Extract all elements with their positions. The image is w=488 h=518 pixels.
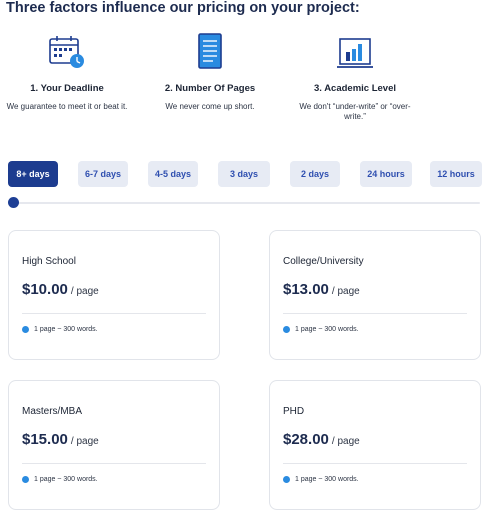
deadline-slider-handle[interactable]: [8, 197, 19, 208]
divider: [22, 463, 206, 464]
note-text: 1 page ~ 300 words.: [34, 326, 98, 333]
bullet-dot-icon: [22, 476, 29, 483]
academic-level: High School: [22, 256, 76, 267]
divider: [283, 313, 467, 314]
note-text: 1 page ~ 300 words.: [295, 326, 359, 333]
factor-name: 1. Your Deadline: [30, 83, 104, 94]
price-value: $10.00/ page: [22, 281, 99, 298]
price-unit: / page: [70, 286, 99, 297]
factor-pages: 2. Number Of Pages We never come up shor…: [145, 30, 275, 112]
deadline-option-12-hours[interactable]: 12 hours: [430, 161, 482, 187]
deadline-option-6-7-days[interactable]: 6-7 days: [78, 161, 128, 187]
price-unit: / page: [70, 436, 99, 447]
factor-deadline: 1. Your Deadline We guarantee to meet it…: [2, 30, 132, 112]
price-value: $13.00/ page: [283, 281, 360, 298]
document-icon: [145, 30, 275, 70]
deadline-slider-track[interactable]: [12, 202, 480, 204]
price-card-phd: PHD $28.00/ page 1 page ~ 300 words.: [269, 380, 481, 510]
word-count-note: 1 page ~ 300 words.: [283, 476, 359, 483]
factor-desc: We never come up short.: [165, 102, 255, 111]
price-amount: $13.00: [283, 281, 329, 298]
price-unit: / page: [331, 286, 360, 297]
page-title: Three factors influence our pricing on y…: [6, 0, 360, 16]
price-card-college-university: College/University $13.00/ page 1 page ~…: [269, 230, 481, 360]
price-unit: / page: [331, 436, 360, 447]
academic-level: Masters/MBA: [22, 406, 83, 417]
deadline-option-24-hours[interactable]: 24 hours: [360, 161, 412, 187]
academic-level: College/University: [283, 256, 364, 267]
deadline-option-3-days[interactable]: 3 days: [218, 161, 270, 187]
note-text: 1 page ~ 300 words.: [295, 476, 359, 483]
divider: [22, 313, 206, 314]
price-amount: $15.00: [22, 431, 68, 448]
bullet-dot-icon: [283, 476, 290, 483]
word-count-note: 1 page ~ 300 words.: [22, 326, 98, 333]
word-count-note: 1 page ~ 300 words.: [22, 476, 98, 483]
calendar-clock-icon: [2, 30, 132, 70]
bullet-dot-icon: [22, 326, 29, 333]
factor-name: 2. Number Of Pages: [164, 83, 256, 94]
deadline-option-2-days[interactable]: 2 days: [290, 161, 340, 187]
price-card-masters-mba: Masters/MBA $15.00/ page 1 page ~ 300 wo…: [8, 380, 220, 510]
word-count-note: 1 page ~ 300 words.: [283, 326, 359, 333]
deadline-option-4-5-days[interactable]: 4-5 days: [148, 161, 198, 187]
price-amount: $28.00: [283, 431, 329, 448]
deadline-option-8-plus-days[interactable]: 8+ days: [8, 161, 58, 187]
bullet-dot-icon: [283, 326, 290, 333]
academic-level: PHD: [283, 406, 305, 417]
factor-level: 3. Academic Level We don't “under-write”…: [290, 30, 420, 122]
divider: [283, 463, 467, 464]
price-value: $15.00/ page: [22, 431, 99, 448]
note-text: 1 page ~ 300 words.: [34, 476, 98, 483]
factor-desc: We guarantee to meet it or beat it.: [6, 102, 128, 111]
price-value: $28.00/ page: [283, 431, 360, 448]
price-amount: $10.00: [22, 281, 68, 298]
price-card-high-school: High School $10.00/ page 1 page ~ 300 wo…: [8, 230, 220, 360]
factor-name: 3. Academic Level: [313, 83, 397, 94]
factor-desc: We don't “under-write” or “over-write.”: [299, 102, 411, 121]
bar-chart-icon: [290, 30, 420, 70]
